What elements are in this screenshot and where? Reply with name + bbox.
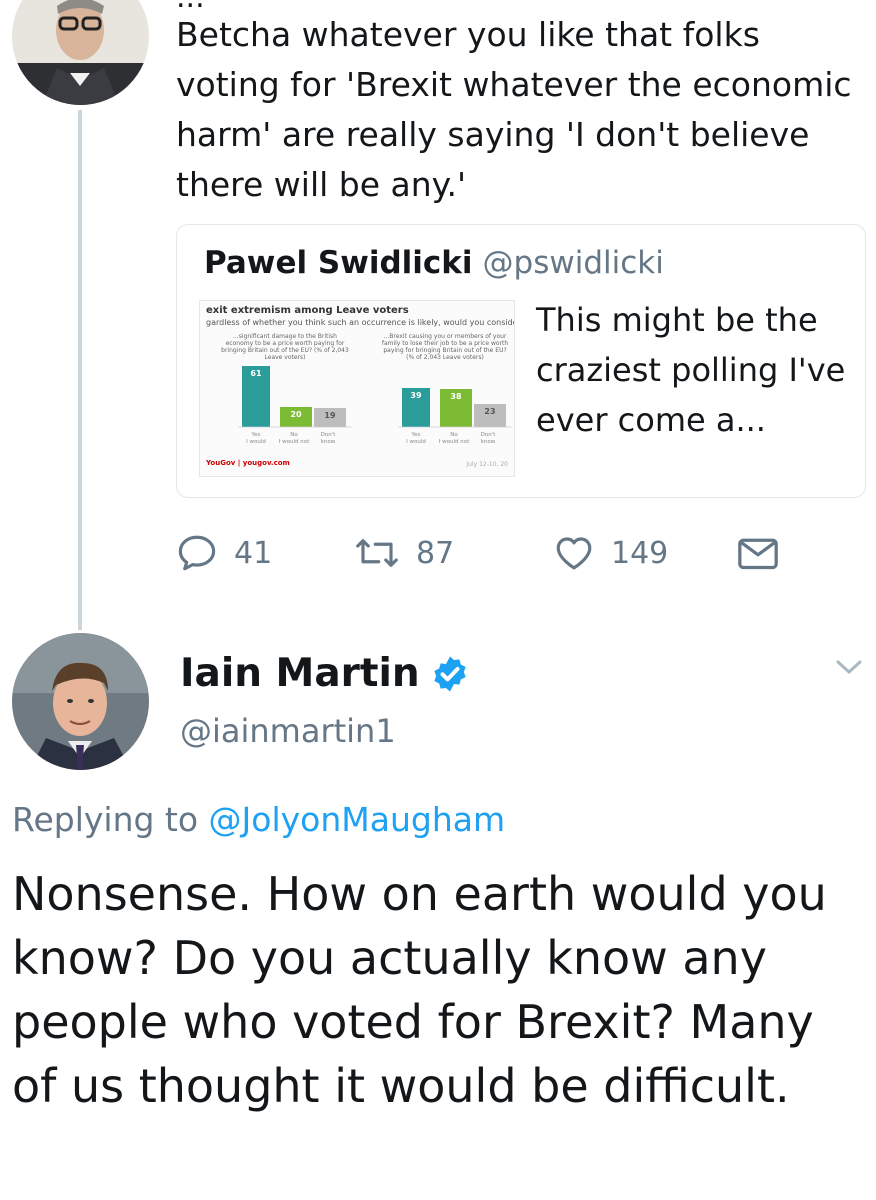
like-button[interactable]: 149 [553,528,668,578]
author-name: Iain Martin [180,651,420,696]
reply-count: 41 [234,535,273,571]
retweet-icon [356,539,398,567]
tweet-text: Nonsense. How on earth would you know? D… [12,867,827,1113]
like-count: 149 [611,535,669,571]
quoted-author-name: Pawel Swidlicki [204,245,473,281]
verified-badge-icon [434,656,466,691]
quoted-tweet-header: Pawel Swidlicki @pswidlicki [204,245,664,281]
reply-button[interactable]: 41 [176,528,272,578]
replying-to-line: Replying to @JolyonMaugham [12,800,505,839]
chart-category-label: Yes [251,432,261,438]
chart-data-label: 23 [484,407,495,416]
chart-category-label: I would [406,439,426,445]
tweet-actions: 41 87 149 [176,528,866,578]
chart-category-label: know [321,439,336,445]
retweet-count: 87 [416,535,455,571]
chart-category-label: I would not [279,439,310,445]
chart-category-label: I would [246,439,266,445]
chevron-down-icon[interactable] [832,655,866,679]
reply-icon [178,535,216,571]
yougov-logo: YouGov | yougov.com [206,459,290,467]
chart-data-label: 39 [410,391,422,400]
chart-data-label: 38 [450,392,462,401]
chart-data-label: 20 [290,410,302,419]
quoted-tweet-card[interactable]: Pawel Swidlicki @pswidlicki exit extremis… [176,224,866,498]
quoted-author-handle: @pswidlicki [482,245,664,281]
author-name-row[interactable]: Iain Martin [180,651,470,696]
retweet-button[interactable]: 87 [354,528,454,578]
avatar[interactable] [12,633,149,770]
replying-prefix: Replying to [12,800,199,839]
replying-mention-link[interactable]: @JolyonMaugham [209,800,506,839]
chart-category-label: Don't [481,432,497,438]
chart-category-label: know [481,439,496,445]
chart-category-label: No [290,432,298,438]
like-icon [556,537,592,570]
chart-category-label: Don't [321,432,337,438]
quoted-tweet-text: This might be the craziest polling I've … [536,301,846,439]
quoted-media-thumbnail[interactable]: exit extremism among Leave voters gardle… [199,300,515,477]
share-mail-icon [738,538,778,570]
share-via-dm-button[interactable] [736,528,780,578]
chart-category-label: I would not [439,439,470,445]
thread-connector [78,110,82,630]
bar-chart: 61YesI would20NoI would not19Don'tknow39… [238,366,512,445]
chart-data-label: 19 [324,411,336,420]
author-handle[interactable]: @iainmartin1 [180,712,396,750]
avatar[interactable] [12,0,149,105]
chart-category-label: No [450,432,458,438]
chart-category-label: Yes [411,432,421,438]
thumbnail-date: July 12-10, 20 [466,461,508,468]
chart-data-label: 61 [250,369,262,378]
tweet-text: Betcha whatever you like that folks voti… [176,15,852,204]
